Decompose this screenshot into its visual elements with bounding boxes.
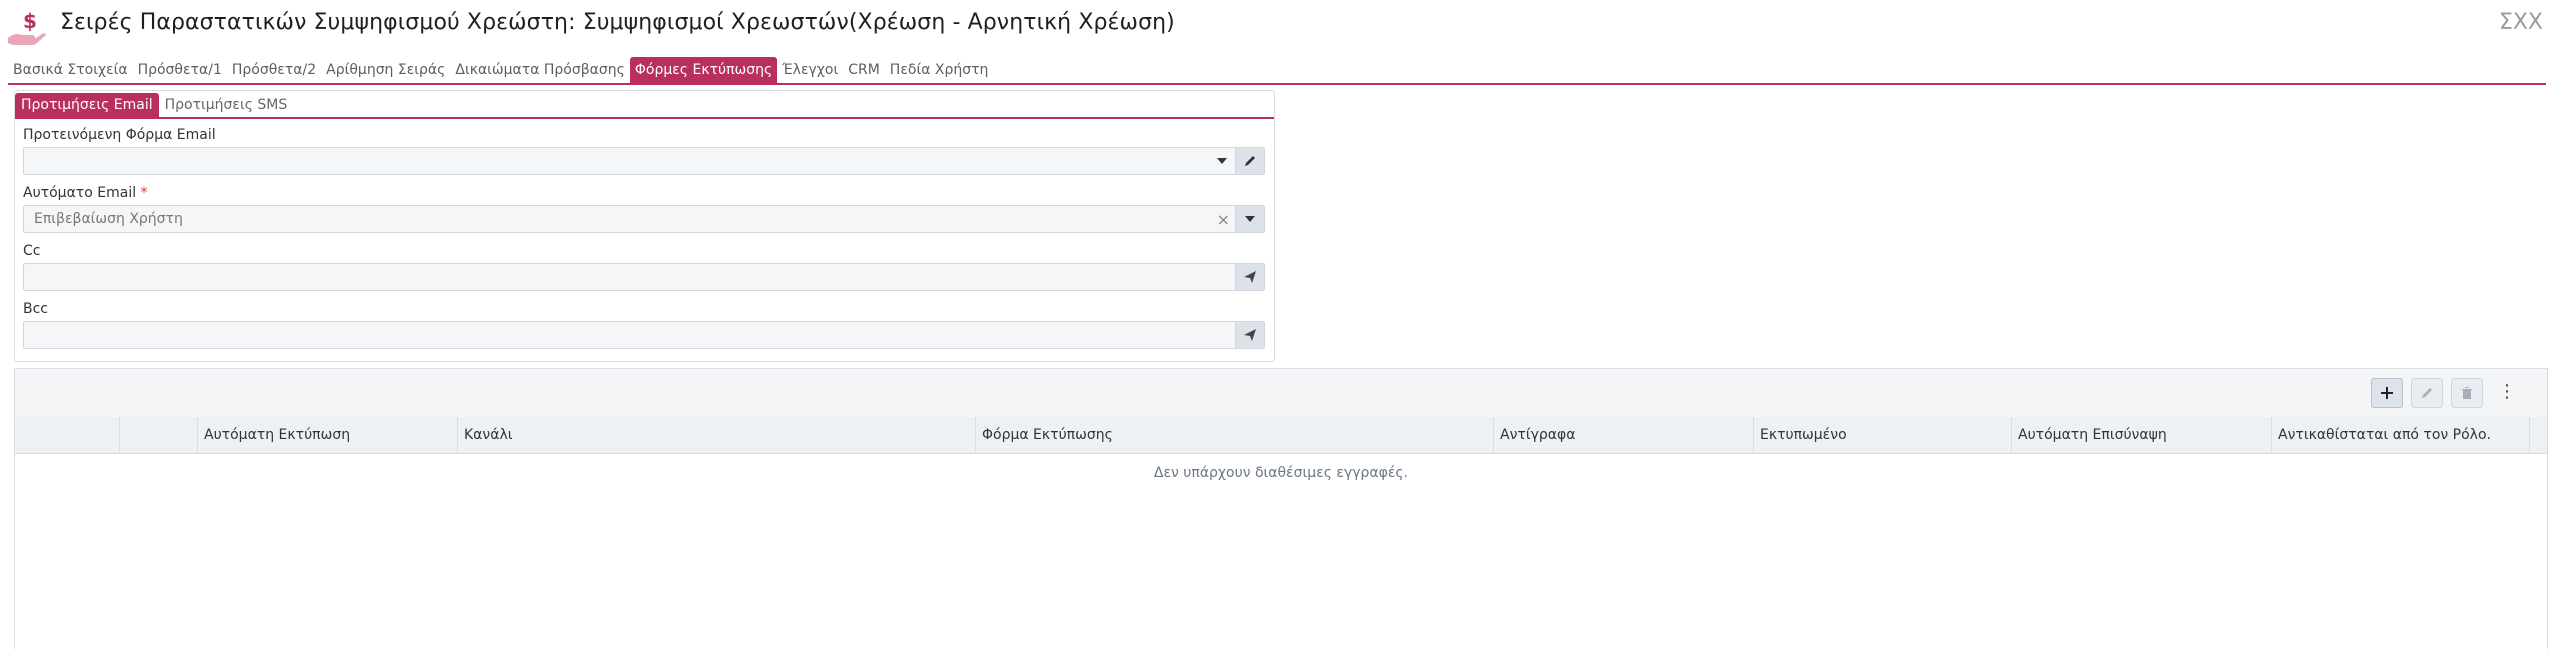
email-form-edit-button[interactable] — [1235, 148, 1264, 174]
clear-icon[interactable]: × — [1217, 210, 1230, 229]
cc-field[interactable] — [23, 263, 1265, 291]
plus-icon — [2381, 387, 2393, 399]
preferences-subtabs: Προτιμήσεις Email Προτιμήσεις SMS — [15, 93, 293, 117]
page-header: $ Σειρές Παραστατικών Συμψηφισμού Χρεώστ… — [0, 0, 2553, 56]
caret-down-icon — [1245, 216, 1255, 222]
send-icon — [1244, 271, 1256, 283]
send-icon — [1244, 329, 1256, 341]
tab-crm[interactable]: CRM — [843, 57, 885, 84]
main-tabs: Βασικά Στοιχεία Πρόσθετα/1 Πρόσθετα/2 Αρ… — [8, 57, 993, 84]
caret-down-icon — [1217, 158, 1227, 164]
column-header-auto-attach[interactable]: Αυτόματη Επισύναψη — [2011, 417, 2271, 453]
tab-access-rights[interactable]: Δικαιώματα Πρόσβασης — [450, 57, 629, 84]
pencil-icon — [1245, 156, 1255, 166]
tab-additional-2[interactable]: Πρόσθετα/2 — [227, 57, 321, 84]
tab-series-numbering[interactable]: Αρίθμηση Σειράς — [321, 57, 450, 84]
grid-toolbar: ⋮ — [15, 369, 2547, 418]
column-header-replaced-by-role[interactable]: Αντικαθίσταται από τον Ρόλο. — [2271, 417, 2529, 453]
auto-email-label: Αυτόματο Email * — [23, 185, 148, 201]
tabs-underline — [8, 83, 2546, 85]
grid-header-row: Αυτόματη Εκτύπωση Κανάλι Φόρμα Εκτύπωσης… — [15, 417, 2547, 454]
print-forms-grid: ⋮ Αυτόματη Εκτύπωση Κανάλι Φόρμα Εκτύπωσ… — [14, 368, 2548, 649]
page-title: Σειρές Παραστατικών Συμψηφισμού Χρεώστη:… — [60, 10, 1175, 35]
auto-email-value: Επιβεβαίωση Χρήστη — [34, 211, 183, 227]
hand-dollar-icon: $ — [8, 9, 46, 45]
email-form-label: Προτεινόμενη Φόρμα Email — [23, 127, 216, 143]
trash-icon — [2462, 387, 2472, 399]
column-header-select[interactable] — [15, 417, 119, 453]
svg-text:$: $ — [23, 9, 37, 33]
tab-basic-info[interactable]: Βασικά Στοιχεία — [8, 57, 133, 84]
tab-additional-1[interactable]: Πρόσθετα/1 — [133, 57, 227, 84]
column-header-print-form[interactable]: Φόρμα Εκτύπωσης — [975, 417, 1493, 453]
bcc-field[interactable] — [23, 321, 1265, 349]
bcc-send-button[interactable] — [1235, 322, 1264, 348]
required-mark: * — [140, 185, 148, 201]
cc-send-button[interactable] — [1235, 264, 1264, 290]
empty-grid-message: Δεν υπάρχουν διαθέσιμες εγγραφές. — [1153, 465, 1409, 481]
column-header-filler — [2529, 417, 2547, 453]
email-form-select[interactable] — [23, 147, 1265, 175]
email-form-dropdown-button[interactable] — [1208, 148, 1236, 174]
auto-email-dropdown-button[interactable] — [1235, 206, 1264, 232]
column-header-copies[interactable]: Αντίγραφα — [1493, 417, 1753, 453]
series-code-label: ΣΧΧ — [2498, 10, 2543, 35]
tab-checks[interactable]: Έλεγχοι — [777, 57, 843, 84]
edit-row-button[interactable] — [2411, 378, 2443, 408]
kebab-menu-icon[interactable]: ⋮ — [2497, 381, 2517, 405]
tab-email-preferences[interactable]: Προτιμήσεις Email — [15, 93, 159, 117]
tab-print-forms[interactable]: Φόρμες Εκτύπωσης — [629, 57, 778, 84]
bcc-label: Bcc — [23, 301, 48, 317]
column-header-channel[interactable]: Κανάλι — [457, 417, 975, 453]
auto-email-label-text: Αυτόματο Email — [23, 185, 137, 201]
pencil-icon — [2422, 388, 2432, 398]
subtabs-underline — [15, 117, 1274, 119]
tab-user-fields[interactable]: Πεδία Χρήστη — [885, 57, 994, 84]
cc-label: Cc — [23, 243, 41, 259]
delete-row-button[interactable] — [2451, 378, 2483, 408]
auto-email-select[interactable]: Επιβεβαίωση Χρήστη × — [23, 205, 1265, 233]
tab-sms-preferences[interactable]: Προτιμήσεις SMS — [159, 93, 294, 117]
column-header-auto-print[interactable]: Αυτόματη Εκτύπωση — [197, 417, 457, 453]
add-row-button[interactable] — [2371, 378, 2403, 408]
preferences-panel: Προτιμήσεις Email Προτιμήσεις SMS Προτει… — [14, 90, 1275, 362]
column-header-printed[interactable]: Εκτυπωμένο — [1753, 417, 2011, 453]
column-header-actions[interactable] — [119, 417, 197, 453]
